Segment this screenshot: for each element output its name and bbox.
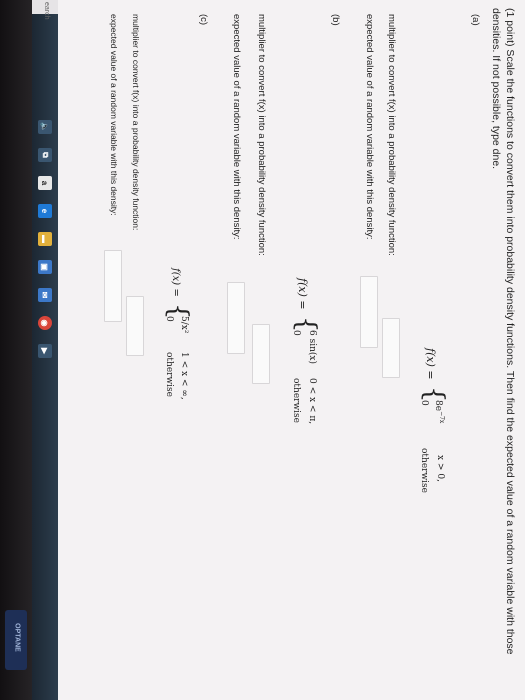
part-a-function-lhs: f(x) = bbox=[424, 348, 437, 380]
part-b-multiplier-input[interactable] bbox=[252, 324, 270, 384]
taskbar-search-text: earch bbox=[43, 2, 50, 20]
part-c-case2-expr: 0 bbox=[164, 316, 174, 322]
part-c-case2-cond: otherwise bbox=[164, 352, 174, 397]
part-c-case1-cond: 1 < x < ∞, bbox=[179, 352, 189, 400]
part-c-multiplier-prompt: multiplier to convert f(x) into a probab… bbox=[131, 14, 141, 231]
screen: (1 point) Scale the functions to convert… bbox=[32, 0, 525, 700]
part-a-case1-cond: x > 0, bbox=[435, 455, 445, 482]
part-a-case2-cond: otherwise bbox=[419, 448, 429, 493]
part-a-label: (a) bbox=[470, 14, 481, 26]
webwork-page: (1 point) Scale the functions to convert… bbox=[32, 0, 525, 700]
part-b-case2-expr: 0 bbox=[291, 330, 301, 336]
part-a-case1-expr: 8e−7x bbox=[433, 400, 445, 424]
part-b-case1-cond: 0 < x < π, bbox=[307, 378, 317, 425]
windows-taskbar: earch 🔈 ⧉ a e ▬ ▣ ✉ ◉ ▶ bbox=[32, 0, 58, 700]
edge-icon[interactable]: e bbox=[38, 204, 52, 218]
mail-icon[interactable]: ✉ bbox=[38, 288, 52, 302]
optane-badge: OPTANE bbox=[5, 610, 27, 670]
part-a-multiplier-input[interactable] bbox=[382, 318, 400, 378]
taskbar-search-box[interactable]: earch bbox=[32, 0, 58, 20]
chrome-icon[interactable]: ◉ bbox=[38, 316, 52, 330]
part-c-case1-expr: 5/x² bbox=[179, 316, 189, 334]
part-a-case2-expr: 0 bbox=[419, 400, 429, 406]
part-c-function-lhs: f(x) = bbox=[170, 268, 181, 297]
optane-label: OPTANE bbox=[13, 623, 21, 652]
part-a-multiplier-prompt: multiplier to convert f(x) into a probab… bbox=[386, 14, 397, 256]
part-a-expected-input[interactable] bbox=[360, 276, 378, 348]
part-b-multiplier-prompt: multiplier to convert f(x) into a probab… bbox=[256, 14, 267, 256]
speaker-icon[interactable]: 🔈 bbox=[38, 120, 52, 134]
part-b-label: (b) bbox=[330, 14, 341, 26]
part-b-expected-prompt: expected value of a random variable with… bbox=[231, 14, 242, 240]
amazon-icon[interactable]: a bbox=[38, 176, 52, 190]
part-a-expected-prompt: expected value of a random variable with… bbox=[364, 14, 375, 240]
file-explorer-icon[interactable]: ▬ bbox=[38, 232, 52, 246]
part-c-expected-input[interactable] bbox=[104, 250, 122, 322]
part-b-case2-cond: otherwise bbox=[291, 378, 301, 423]
store-icon[interactable]: ▣ bbox=[38, 260, 52, 274]
task-view-icon[interactable]: ⧉ bbox=[38, 148, 52, 162]
part-c-multiplier-input[interactable] bbox=[126, 296, 144, 356]
part-b-case1-expr: 6 sin(x) bbox=[307, 330, 317, 364]
part-c-expected-prompt: expected value of a random variable with… bbox=[109, 14, 119, 216]
laptop-keyboard-edge: OPTANE bbox=[0, 0, 32, 700]
part-b-expected-input[interactable] bbox=[227, 282, 245, 354]
part-b-function-lhs: f(x) = bbox=[296, 278, 309, 310]
cursor-icon[interactable]: ▶ bbox=[38, 344, 52, 358]
problem-intro: (1 point) Scale the functions to convert… bbox=[490, 8, 516, 655]
part-c-label: (c) bbox=[198, 14, 209, 26]
